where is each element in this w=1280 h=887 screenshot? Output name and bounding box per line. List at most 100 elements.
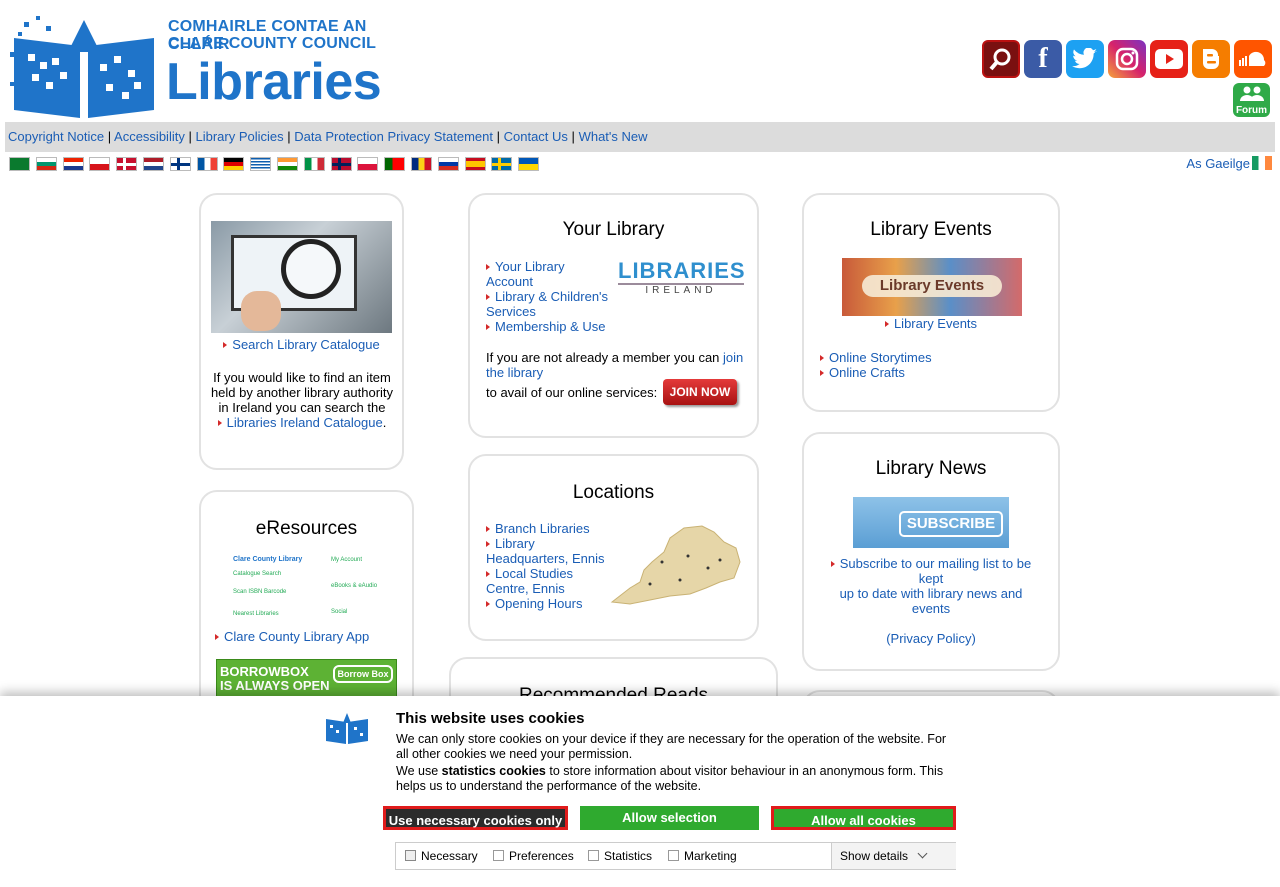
library-events-link[interactable]: Library Events: [894, 316, 977, 331]
nav-separator: |: [107, 129, 112, 144]
flag-italian-icon[interactable]: [303, 157, 325, 171]
marketing-option[interactable]: Marketing: [668, 843, 737, 869]
forum-label: Forum: [1235, 105, 1268, 116]
logo-ireland-text: IRELAND: [645, 285, 717, 296]
allow-all-cookies-button[interactable]: Allow all cookies: [771, 806, 956, 830]
library-app-image[interactable]: Clare County Library Catalogue Search Sc…: [217, 556, 397, 624]
flag-finnish-icon[interactable]: [169, 157, 191, 171]
preferences-option[interactable]: Preferences: [493, 843, 574, 869]
search-icon[interactable]: [982, 40, 1020, 78]
allow-selection-button[interactable]: Allow selection: [580, 806, 759, 830]
search-catalogue-link[interactable]: Search Library Catalogue: [232, 337, 379, 352]
facebook-icon[interactable]: f: [1024, 40, 1062, 78]
flag-danish-icon[interactable]: [116, 157, 138, 171]
arrow-icon: [223, 342, 228, 348]
cookie-title: This website uses cookies: [396, 710, 585, 727]
necessary-label: Necessary: [421, 849, 478, 863]
flag-norwegian-icon[interactable]: [330, 157, 352, 171]
borrowbox-banner[interactable]: BORROWBOX IS ALWAYS OPEN Borrow Box: [216, 659, 397, 699]
flag-czech-icon[interactable]: [89, 157, 111, 171]
laptop-magnifier-image[interactable]: [211, 221, 392, 333]
youtube-icon[interactable]: [1150, 40, 1188, 78]
app-item: Catalogue Search: [233, 571, 282, 577]
book-logo-icon: [10, 16, 154, 118]
local-studies-link[interactable]: Local Studies Centre, Ennis: [486, 566, 573, 596]
arrow-icon: [830, 561, 835, 567]
flag-spanish-icon[interactable]: [464, 157, 486, 171]
forum-button[interactable]: Forum: [1233, 83, 1270, 117]
people-icon: [1239, 86, 1264, 101]
twitter-icon[interactable]: [1066, 40, 1104, 78]
flag-romanian-icon[interactable]: [410, 157, 432, 171]
necessary-option[interactable]: Necessary: [405, 843, 478, 869]
join-now-button[interactable]: JOIN NOW: [663, 379, 737, 405]
library-events-box: Library Events Library Events Library Ev…: [802, 193, 1060, 412]
online-crafts-link[interactable]: Online Crafts: [829, 365, 905, 380]
flag-dutch-icon[interactable]: [142, 157, 164, 171]
app-item: eBooks & eAudio: [331, 583, 378, 589]
online-storytimes-link[interactable]: Online Storytimes: [829, 350, 932, 365]
opening-hours-link[interactable]: Opening Hours: [495, 596, 582, 611]
nav-accessibility[interactable]: Accessibility: [114, 129, 185, 144]
checkbox-icon: [668, 850, 679, 861]
flag-polish-icon[interactable]: [357, 157, 379, 171]
nav-separator: |: [571, 129, 575, 144]
irish-language-link[interactable]: As Gaeilge: [1186, 156, 1272, 171]
site-logo[interactable]: COMHAIRLE CONTAE AN CHLÁIR CLARE COUNTY …: [10, 12, 400, 120]
app-item: Clare County Library: [233, 556, 303, 563]
clare-map-image[interactable]: [610, 522, 742, 608]
arrow-icon: [486, 541, 490, 547]
flag-arabic-icon[interactable]: [9, 157, 30, 171]
library-events-title: Library Events: [870, 219, 992, 240]
locations-box: Locations Branch Libraries Library Headq…: [468, 454, 759, 641]
subscribe-banner-text: SUBSCRIBE: [899, 511, 1003, 537]
library-hq-link[interactable]: Library Headquarters, Ennis: [486, 536, 605, 566]
flag-croatian-icon[interactable]: [62, 157, 84, 171]
nav-whats-new[interactable]: What's New: [579, 129, 648, 144]
privacy-policy-link[interactable]: (Privacy Policy): [886, 631, 976, 646]
logo-english-name: CLARE COUNTY COUNCIL: [168, 35, 377, 52]
your-library-account-link[interactable]: Your Library Account: [486, 259, 565, 289]
gaeilge-label[interactable]: As Gaeilge: [1186, 156, 1250, 171]
library-news-title: Library News: [875, 458, 987, 479]
flag-german-icon[interactable]: [223, 157, 245, 171]
flag-hindi-icon[interactable]: [276, 157, 298, 171]
branch-libraries-link[interactable]: Branch Libraries: [495, 521, 590, 536]
logo-libraries-text: LIBRARIES: [618, 258, 746, 285]
blogger-icon[interactable]: [1192, 40, 1230, 78]
checkbox-icon: [493, 850, 504, 861]
show-details-toggle[interactable]: Show details: [831, 843, 956, 869]
subscribe-text[interactable]: up to date with library news and events: [840, 586, 1023, 616]
flag-russian-icon[interactable]: [437, 157, 459, 171]
library-app-link[interactable]: Clare County Library App: [224, 629, 369, 644]
flag-portuguese-icon[interactable]: [384, 157, 406, 171]
soundcloud-icon[interactable]: [1234, 40, 1272, 78]
libraries-ireland-logo[interactable]: LIBRARIES IRELAND: [618, 258, 746, 296]
checkbox-icon: [588, 850, 599, 861]
childrens-services-link[interactable]: Library & Children's Services: [486, 289, 608, 319]
statistics-option[interactable]: Statistics: [588, 843, 652, 869]
arrow-icon: [486, 324, 490, 330]
cookie-text-2-pre: We use: [396, 764, 439, 778]
nav-data-protection[interactable]: Data Protection Privacy Statement: [294, 129, 493, 144]
flag-greek-icon[interactable]: [250, 157, 272, 171]
flag-french-icon[interactable]: [196, 157, 218, 171]
instagram-icon[interactable]: [1108, 40, 1146, 78]
subscribe-mailing-list-link[interactable]: Subscribe to our mailing list to be kept: [840, 556, 1031, 586]
library-events-banner[interactable]: Library Events: [842, 258, 1022, 316]
flag-swedish-icon[interactable]: [491, 157, 513, 171]
your-library-box: Your Library Your Library Account Librar…: [468, 193, 759, 438]
nav-contact-us[interactable]: Contact Us: [504, 129, 568, 144]
nav-library-policies[interactable]: Library Policies: [195, 129, 283, 144]
membership-use-link[interactable]: Membership & Use: [495, 319, 606, 334]
arrow-icon: [486, 526, 490, 532]
flag-ukrainian-icon[interactable]: [518, 157, 540, 171]
flag-bulgarian-icon[interactable]: [35, 157, 57, 171]
eresources-title: eResources: [255, 518, 358, 539]
nav-copyright[interactable]: Copyright Notice: [8, 129, 104, 144]
libraries-ireland-catalogue-link[interactable]: Libraries Ireland Catalogue: [227, 415, 383, 430]
use-necessary-cookies-button[interactable]: Use necessary cookies only: [383, 806, 568, 830]
avail-text: to avail of our online services:: [486, 385, 658, 400]
subscribe-banner[interactable]: SUBSCRIBE: [853, 497, 1009, 548]
arrow-icon: [486, 264, 490, 270]
